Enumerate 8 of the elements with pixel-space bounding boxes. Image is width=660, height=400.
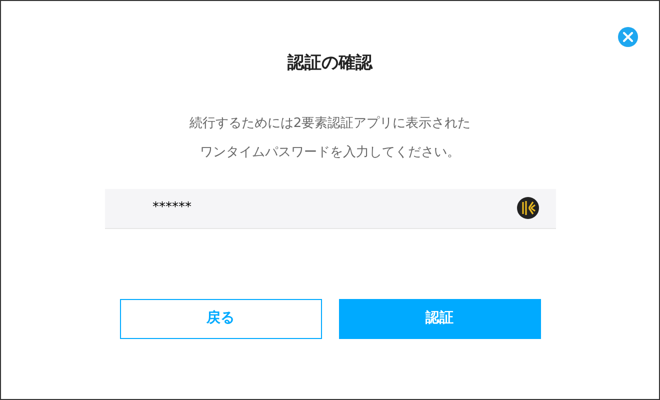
back-button[interactable]: 戻る [120,298,322,338]
code-field[interactable]: ****** [104,188,556,228]
verify-button[interactable]: 認証 [338,298,540,338]
striped-circle-icon [516,197,538,219]
dialog-title: 認証の確認 [288,52,372,75]
instruction-text: ワンタイムパスワードを入力してください。 [200,144,460,162]
close-icon[interactable] [618,27,638,47]
instruction-text: 続行するためには2要素認証アプリに表示された [189,114,471,132]
